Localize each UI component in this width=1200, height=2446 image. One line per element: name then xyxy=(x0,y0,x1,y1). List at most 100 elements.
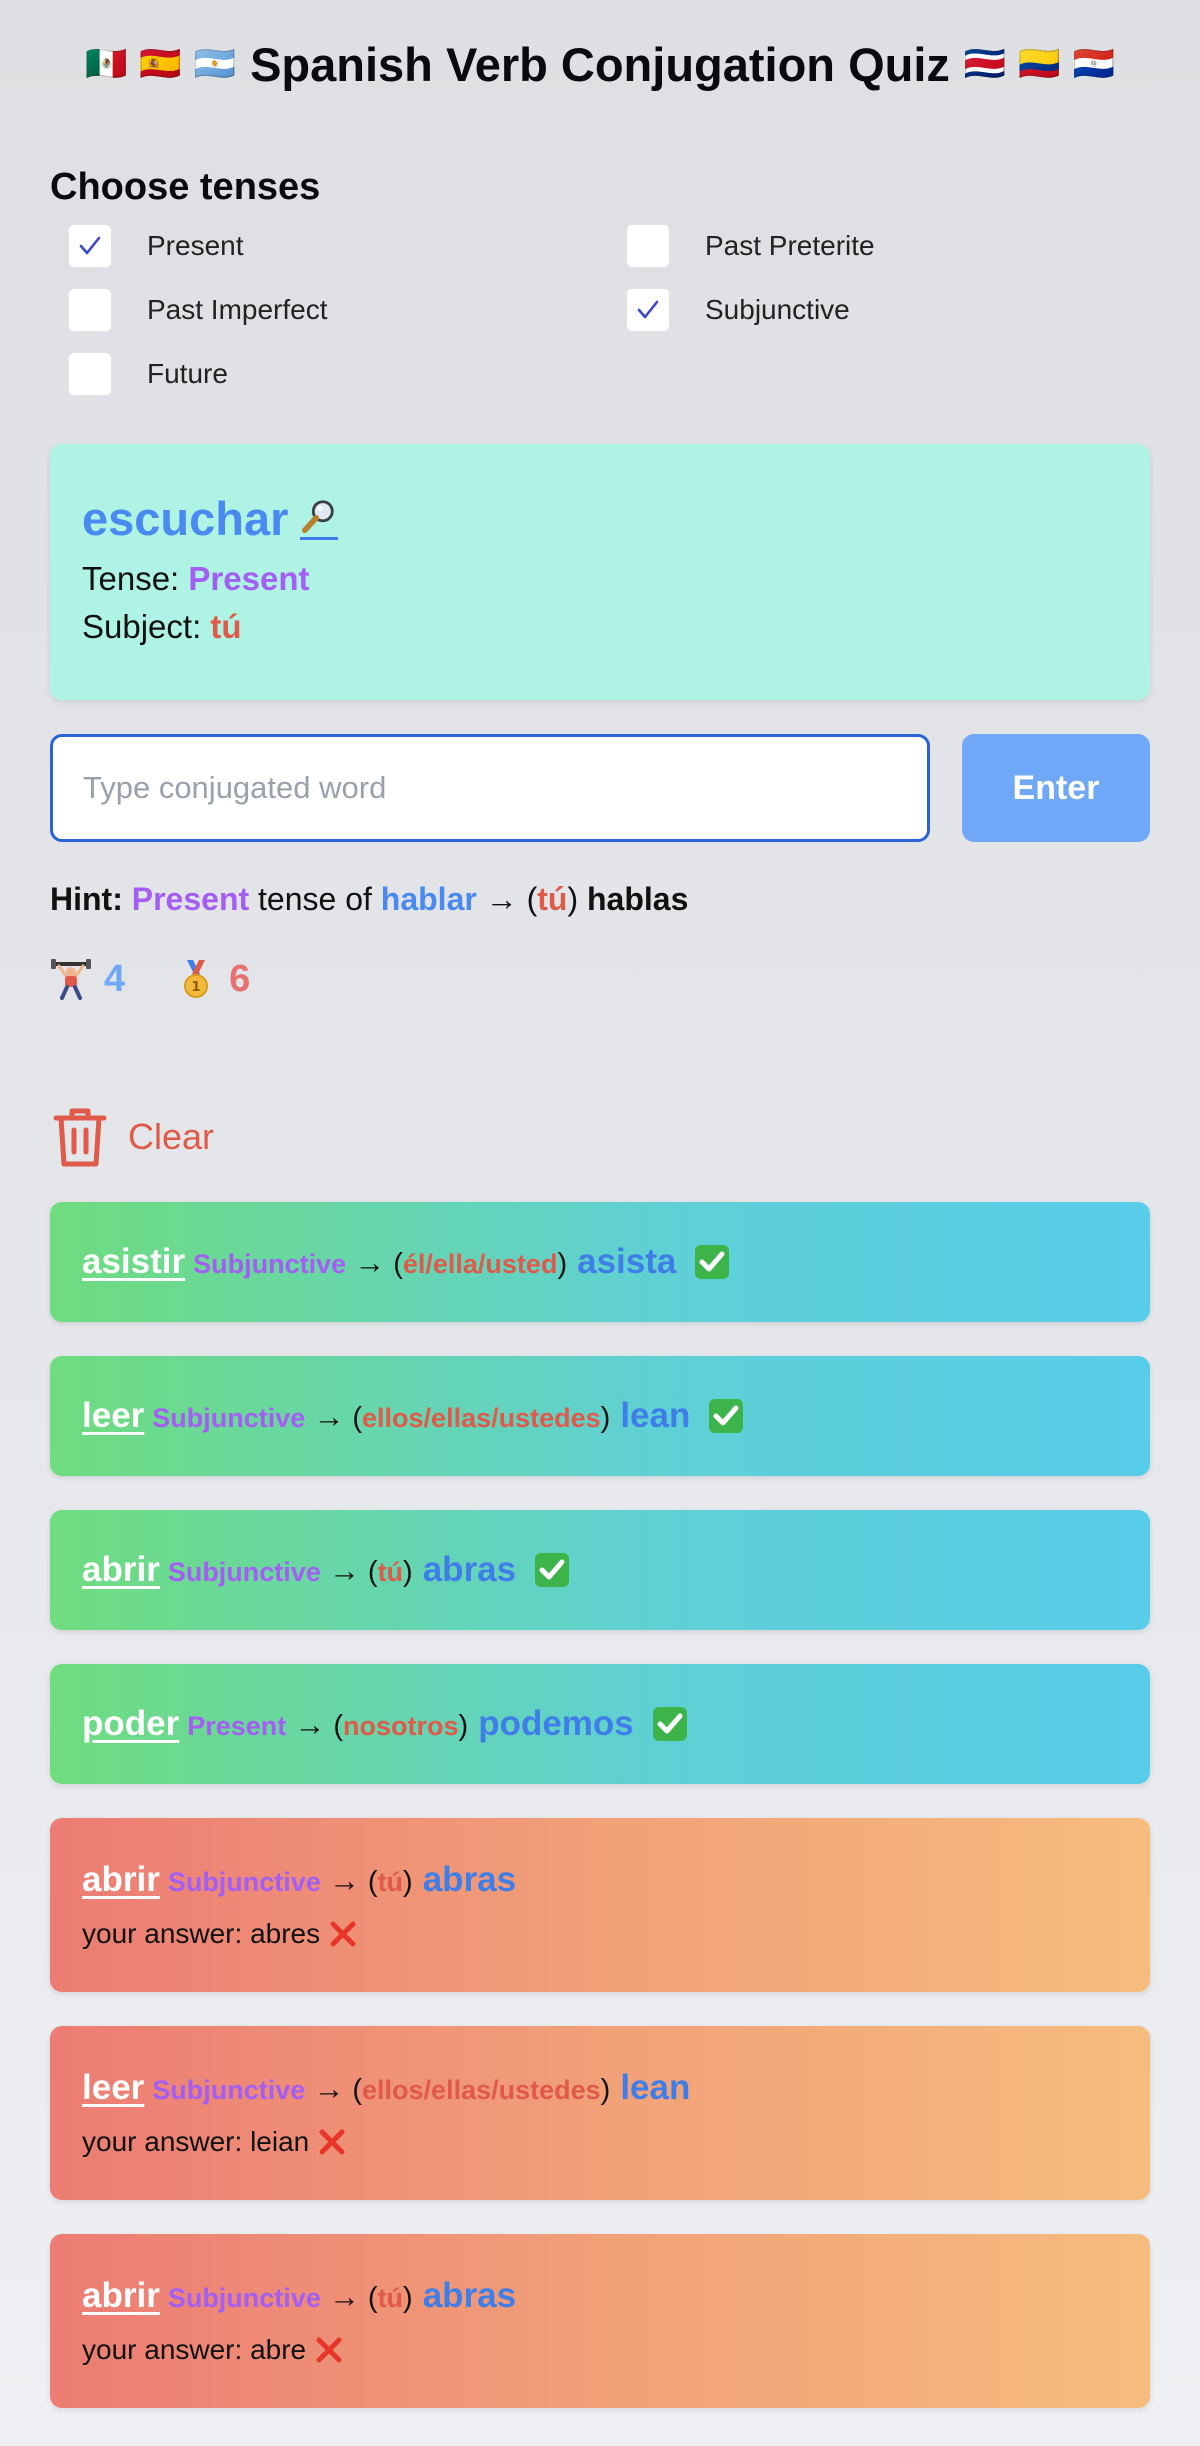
history-arrow: → xyxy=(354,1245,386,1280)
tense-label-subjunctive: Subjunctive xyxy=(705,294,850,325)
checkbox-subjunctive[interactable] xyxy=(626,288,670,332)
tense-label-past-imperfect: Past Imperfect xyxy=(147,294,328,325)
history-subject: tú xyxy=(377,1867,404,1897)
history-verb-link[interactable]: abrir xyxy=(82,2276,160,2316)
page-title: 🇲🇽 🇪🇸 🇦🇷 Spanish Verb Conjugation Quiz 🇨… xyxy=(50,34,1150,94)
history-subject: él/ella/usted xyxy=(402,1249,558,1279)
checkbox-past-imperfect[interactable] xyxy=(68,288,112,332)
history-paren-open: ( xyxy=(359,1556,378,1588)
cross-mark-icon xyxy=(330,1921,356,1947)
clear-button[interactable]: Clear xyxy=(50,1104,1150,1170)
history-answer: lean xyxy=(620,1396,691,1435)
check-mark-icon xyxy=(652,1707,687,1741)
history-verb-link[interactable]: abrir xyxy=(82,1550,160,1590)
medal-icon: 1 xyxy=(184,960,209,998)
your-answer: your answer: abre xyxy=(82,2334,1118,2366)
check-mark-icon xyxy=(535,1553,570,1587)
tense-line: Tense: Present xyxy=(82,558,1118,600)
prompt-tense: Present xyxy=(188,560,310,597)
hint: Hint: Present tense of hablar → (tú) hab… xyxy=(50,881,689,917)
flag-argentina: 🇦🇷 xyxy=(193,45,237,83)
tense-label-future: Future xyxy=(147,358,228,389)
tense-option-past-imperfect[interactable]: Past Imperfect xyxy=(68,288,626,332)
history-paren-open: ( xyxy=(359,2282,378,2314)
history-tense: Subjunctive xyxy=(193,1249,347,1279)
history-verb-link[interactable]: asistir xyxy=(82,1242,185,1282)
history-tense: Present xyxy=(187,1711,287,1741)
checkbox-past-preterite[interactable] xyxy=(626,224,670,268)
check-mark-icon xyxy=(695,1245,730,1279)
tense-option-present[interactable]: Present xyxy=(68,224,626,268)
hint-subject: tú xyxy=(537,881,568,917)
magnifier-icon[interactable] xyxy=(300,497,339,540)
history-arrow: → xyxy=(328,1863,360,1898)
tense-label-past-preterite: Past Preterite xyxy=(705,230,875,261)
your-answer-text: your answer: abre xyxy=(82,2334,307,2365)
flag-mexico: 🇲🇽 xyxy=(85,45,128,83)
history-list: asistir Subjunctive → (él/ella/usted) as… xyxy=(50,1202,1150,2408)
checkbox-present[interactable] xyxy=(68,224,112,268)
history-arrow: → xyxy=(313,1399,345,1434)
history-answer: podemos xyxy=(478,1704,634,1743)
history-tense: Subjunctive xyxy=(152,2075,306,2105)
history-paren-close: ) xyxy=(458,1710,469,1742)
medal-count: 6 xyxy=(229,957,251,1000)
tenses-title: Choose tenses xyxy=(50,166,321,208)
history-item-line: abrir Subjunctive → (tú) abras xyxy=(82,1550,1118,1590)
history-item-correct: asistir Subjunctive → (él/ella/usted) as… xyxy=(50,1202,1150,1322)
history-paren-open: ( xyxy=(344,2074,363,2106)
hint-arrow: → xyxy=(485,881,518,917)
history-paren-close: ) xyxy=(600,1402,611,1434)
history-paren-open: ( xyxy=(344,1402,363,1434)
verb-name: escuchar xyxy=(82,491,289,545)
history-item-correct: abrir Subjunctive → (tú) abras xyxy=(50,1510,1150,1630)
weightlifter-icon xyxy=(51,959,91,1000)
subject-line: Subject: tú xyxy=(82,606,1118,648)
history-paren-close: ) xyxy=(557,1248,568,1280)
history-subject: ellos/ellas/ustedes xyxy=(362,1403,601,1433)
answer-input[interactable] xyxy=(50,734,930,842)
streak-count: 4 xyxy=(104,957,126,1000)
history-item-line: poder Present → (nosotros) podemos xyxy=(82,1704,1118,1744)
hint-verb: hablar xyxy=(380,881,477,917)
history-verb-link[interactable]: leer xyxy=(82,2068,144,2108)
tense-line-label: Tense: xyxy=(82,560,189,597)
history-tense: Subjunctive xyxy=(167,1557,321,1587)
checkbox-future[interactable] xyxy=(68,352,112,396)
tense-option-past-preterite[interactable]: Past Preterite xyxy=(626,224,1166,268)
history-arrow: → xyxy=(328,2279,360,2314)
history-subject: tú xyxy=(377,2283,404,2313)
history-verb-link[interactable]: leer xyxy=(82,1396,144,1436)
enter-button[interactable]: Enter xyxy=(962,734,1150,842)
flag-spain: 🇪🇸 xyxy=(139,45,182,83)
flag-paraguay: 🇵🇾 xyxy=(1072,45,1115,83)
your-answer-text: your answer: abres xyxy=(82,1918,321,1949)
tense-option-subjunctive[interactable]: Subjunctive xyxy=(626,288,1166,332)
history-paren-close: ) xyxy=(600,2074,611,2106)
history-item-line: leer Subjunctive → (ellos/ellas/ustedes)… xyxy=(82,1396,1118,1436)
history-item-line: asistir Subjunctive → (él/ella/usted) as… xyxy=(82,1242,1118,1282)
history-verb-link[interactable]: abrir xyxy=(82,1860,160,1900)
hint-tense: Present xyxy=(131,881,250,917)
history-verb-link[interactable]: poder xyxy=(82,1704,179,1744)
tense-option-future[interactable]: Future xyxy=(68,352,626,396)
verb-card: escuchar Tense: Present Subject: tú xyxy=(50,444,1150,700)
history-item-correct: poder Present → (nosotros) podemos xyxy=(50,1664,1150,1784)
history-subject: tú xyxy=(377,1557,404,1587)
history-arrow: → xyxy=(313,2071,345,2106)
cross-mark-icon xyxy=(319,2129,345,2155)
history-subject: ellos/ellas/ustedes xyxy=(362,2075,601,2105)
history-paren-close: ) xyxy=(403,1866,413,1898)
cross-mark-icon xyxy=(316,2337,342,2363)
flag-colombia: 🇨🇴 xyxy=(1018,45,1061,83)
hint-label: Hint: xyxy=(50,881,123,917)
verb-row: escuchar xyxy=(82,488,1118,548)
history-paren-close: ) xyxy=(403,1556,413,1588)
checkmark-icon xyxy=(79,236,101,255)
subject-line-label: Subject: xyxy=(82,608,211,645)
history-item-line: leer Subjunctive → (ellos/ellas/ustedes)… xyxy=(82,2068,1118,2108)
history-tense: Subjunctive xyxy=(167,1867,321,1897)
flags-right: 🇨🇷 🇨🇴 🇵🇾 xyxy=(964,44,1115,84)
history-item-wrong: abrir Subjunctive → (tú) abras your answ… xyxy=(50,2234,1150,2408)
hint-middle: tense of xyxy=(258,881,372,917)
